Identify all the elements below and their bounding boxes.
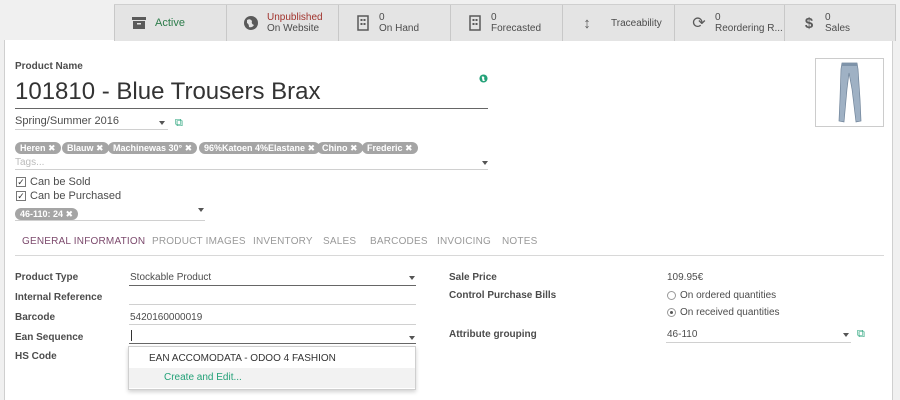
product-type-underline [129,285,416,286]
internal-reference-field[interactable] [129,304,416,305]
hs-code-label: HS Code [15,351,57,362]
active-button[interactable]: Active [114,5,226,41]
control-purchase-label: Control Purchase Bills [449,290,557,301]
variant-tag-chip[interactable]: 46-110: 24 ✖ [15,208,79,220]
reordering-button[interactable]: ⟳ 0 Reordering R... [674,5,784,41]
attribute-grouping-field[interactable]: 46-110 [667,329,697,340]
product-type-field[interactable]: Stockable Product [130,272,211,283]
external-link-icon[interactable]: ⧉ [857,329,867,340]
barcode-underline [129,324,416,325]
reordering-count: 0 [715,12,721,23]
can-be-sold-checkbox[interactable]: ✓ [16,177,26,187]
on-hand-button[interactable]: 0 On Hand [338,5,450,41]
tags-caret-icon[interactable] [482,161,488,165]
attribute-underline [666,342,851,343]
external-link-icon[interactable]: ⧉ [175,118,185,129]
sales-button[interactable]: $ 0 Sales [784,5,896,41]
sales-label: Sales [825,23,851,34]
radio-received-label: On received quantities [680,307,780,318]
radio-ordered[interactable] [667,291,676,300]
tab-sales[interactable]: SALES [323,236,356,247]
forecasted-button[interactable]: 0 Forecasted [450,5,562,41]
tab-general-information[interactable]: GENERAL INFORMATION [22,236,145,247]
ean-caret-icon[interactable] [409,336,415,340]
can-be-purchased-checkbox[interactable]: ✓ [16,191,26,201]
tag-chip[interactable]: Heren ✖ [15,142,61,154]
attribute-grouping-label: Attribute grouping [449,329,537,340]
tab-product-images[interactable]: PRODUCT IMAGES [152,236,246,247]
season-field[interactable]: Spring/Summer 2016 [15,115,119,127]
tag-chip[interactable]: Machinewas 30° ✖ [108,142,198,154]
dropdown-option-ean[interactable]: EAN ACCOMODATA - ODOO 4 FASHION [129,349,415,369]
dropdown-create-edit[interactable]: Create and Edit... [129,368,415,388]
tab-barcodes[interactable]: BARCODES [370,236,428,247]
tag-chip[interactable]: Chino ✖ [317,142,363,154]
internal-reference-label: Internal Reference [15,292,103,303]
radio-received[interactable] [667,308,676,317]
product-name-field[interactable]: 101810 - Blue Trousers Brax [15,78,321,106]
website-status: Unpublished [267,12,323,23]
website-label: On Website [267,23,320,34]
refresh-icon: ⟳ [692,15,706,32]
globe-icon [241,13,261,33]
text-cursor [131,330,132,341]
barcode-label: Barcode [15,312,56,323]
can-be-sold-label: Can be Sold [30,176,91,188]
tab-invoicing[interactable]: INVOICING [437,236,491,247]
building-icon [353,13,373,33]
tags-underline [15,169,488,170]
tag-chip[interactable]: Frederic ✖ [362,142,418,154]
website-globe-icon[interactable] [479,74,488,86]
tag-chip[interactable]: Blauw ✖ [62,142,109,154]
on-hand-label: On Hand [379,23,420,34]
product-name-label: Product Name [15,61,83,72]
archive-icon [129,13,149,33]
ean-sequence-label: Ean Sequence [15,332,84,343]
active-label: Active [155,16,185,29]
traceability-label: Traceability [611,17,662,29]
dollar-icon: $ [804,14,814,32]
variant-caret-icon[interactable] [198,208,204,212]
building-icon [465,13,485,33]
reordering-label: Reordering R... [715,23,783,34]
sale-price-label: Sale Price [449,272,497,283]
attribute-caret-icon[interactable] [843,333,849,337]
forecasted-count: 0 [491,12,497,23]
radio-ordered-label: On ordered quantities [680,290,777,301]
traceability-button[interactable]: ↕ Traceability [562,5,674,41]
tab-inventory[interactable]: INVENTORY [253,236,313,247]
on-hand-count: 0 [379,12,385,23]
season-underline [15,129,168,130]
notebook-tabs: GENERAL INFORMATION PRODUCT IMAGES INVEN… [15,236,884,256]
ean-sequence-input[interactable] [129,328,416,344]
barcode-field[interactable]: 5420160000019 [130,312,202,323]
tag-chip[interactable]: 96%Katoen 4%Elastane ✖ [199,142,321,154]
sale-price-field[interactable]: 109.95€ [667,272,703,283]
can-be-purchased-label: Can be Purchased [30,190,122,202]
product-name-underline [15,108,488,109]
product-type-label: Product Type [15,272,79,283]
smart-button-bar: Active Unpublished On Website 0 On Hand 0F… [114,4,896,41]
season-caret-icon[interactable] [159,121,165,125]
product-type-caret-icon[interactable] [409,276,415,280]
trousers-image [838,62,862,123]
forecasted-label: Forecasted [491,23,542,34]
arrows-vertical-icon: ↕ [583,14,591,32]
website-button[interactable]: Unpublished On Website [226,5,338,41]
product-image[interactable] [815,58,884,127]
tab-notes[interactable]: NOTES [502,236,537,247]
sales-count: 0 [825,12,831,23]
tags-placeholder: Tags... [15,157,45,168]
ean-autocomplete-dropdown: EAN ACCOMODATA - ODOO 4 FASHION Create a… [128,346,416,390]
variant-underline [15,220,205,221]
